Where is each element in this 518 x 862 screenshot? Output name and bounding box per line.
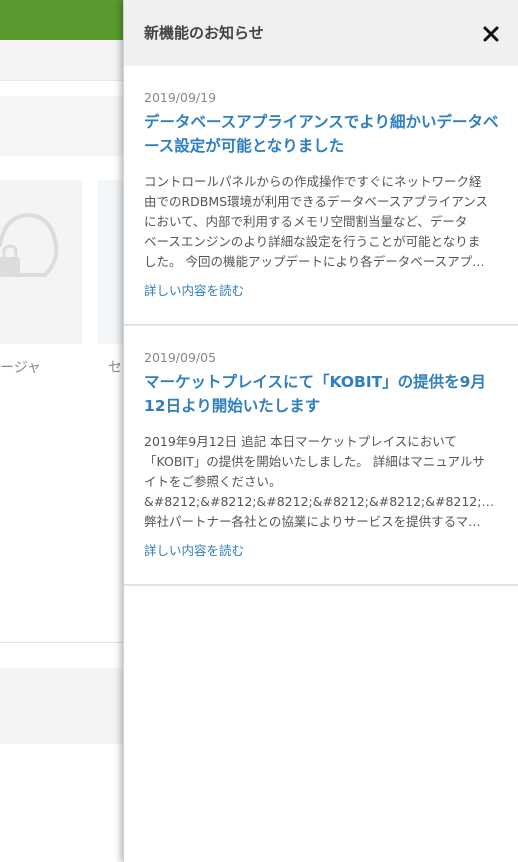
- news-body: コントロールパネルからの作成操作ですぐにネットワーク経 由でのRDBMS環境が利…: [144, 172, 501, 272]
- read-more-link[interactable]: 詳しい内容を読む: [144, 280, 244, 299]
- news-body-line: イトをご参照ください。: [144, 474, 282, 489]
- header-bar: [0, 0, 140, 40]
- screen: ージャ セ 新機能のお知らせ 2019/09/19 データベースアプライアンスで…: [0, 0, 518, 862]
- news-date: 2019/09/05: [144, 350, 217, 365]
- close-icon[interactable]: [479, 22, 503, 46]
- news-title-link[interactable]: データベースアプライアンスでより細かいデータベース設定が可能となりました: [144, 110, 501, 158]
- news-item: 2019/09/05 マーケットプレイスにて「KOBIT」の提供を9月12日より…: [124, 326, 518, 586]
- news-body-line: コントロールパネルからの作成操作ですぐにネットワーク経: [144, 174, 482, 189]
- lower-band: [0, 668, 140, 744]
- news-body-line: において、内部で利用するメモリ空間割当量など、データ: [144, 214, 468, 229]
- news-item: 2019/09/19 データベースアプライアンスでより細かいデータベース設定が可…: [124, 66, 518, 326]
- news-date: 2019/09/19: [144, 90, 217, 105]
- news-body-line: 弊社パートナー各社との協業によりサービスを提供するマ…: [144, 514, 481, 529]
- news-body: 2019年9月12日 追記 本日マーケットプレイスにおいて 「KOBIT」の提供…: [144, 432, 501, 532]
- news-body-line: &#8212;&#8212;&#8212;&#8212;&#8212;&#821…: [144, 494, 501, 509]
- sub-toolbar: [0, 40, 140, 81]
- news-body-line: 2019年9月12日 追記 本日マーケットプレイスにおいて: [144, 434, 457, 449]
- news-body-line: した。 今回の機能アップデートにより各データベースアプ…: [144, 254, 485, 269]
- news-body-line: 由でのRDBMS環境が利用できるデータベースアプライアンス: [144, 194, 488, 209]
- news-title-link[interactable]: マーケットプレイスにて「KOBIT」の提供を9月12日より開始いたします: [144, 370, 501, 418]
- cloud-lock-icon: [0, 212, 59, 277]
- service-card-label: ージャ: [0, 360, 42, 376]
- service-card-label: セ: [108, 360, 122, 376]
- read-more-link[interactable]: 詳しい内容を読む: [144, 540, 244, 559]
- drawer-header: 新機能のお知らせ: [124, 0, 518, 66]
- drawer-title: 新機能のお知らせ: [144, 24, 264, 42]
- notification-drawer: 新機能のお知らせ 2019/09/19 データベースアプライアンスでより細かいデ…: [123, 0, 518, 862]
- news-body-line: ベースエンジンのより詳細な設定を行うことが可能となりま: [144, 234, 481, 249]
- news-body-line: 「KOBIT」の提供を開始いたしました。 詳細はマニュアルサ: [144, 454, 485, 469]
